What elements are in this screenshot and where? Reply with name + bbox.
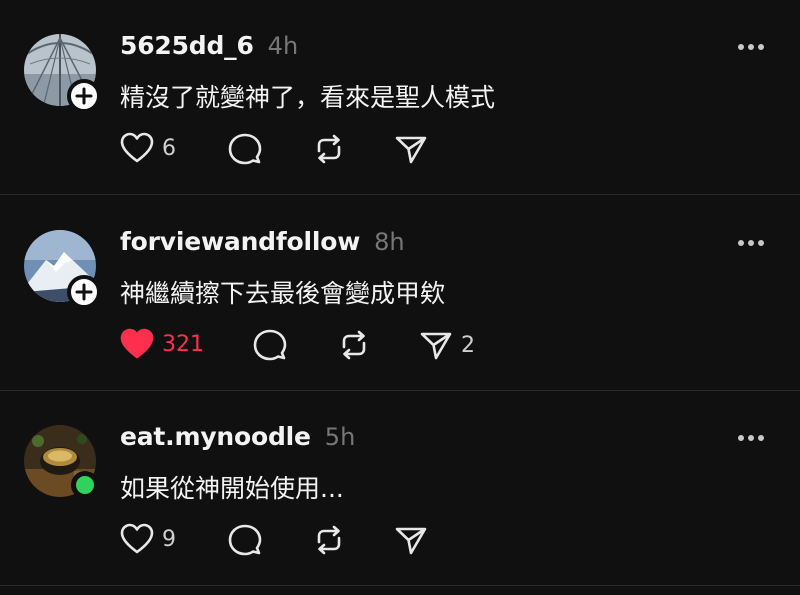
online-status-icon [71, 471, 99, 499]
heart-filled-icon [120, 328, 154, 359]
repost-button[interactable] [312, 132, 346, 166]
follow-plus-icon[interactable] [67, 275, 101, 309]
reply-button[interactable] [228, 523, 262, 557]
share-button[interactable] [394, 132, 436, 166]
reply-button[interactable] [228, 132, 262, 166]
like-count: 321 [162, 331, 204, 357]
send-icon [395, 527, 427, 555]
post-time: 8h [374, 228, 405, 256]
username[interactable]: 5625dd_6 [120, 31, 254, 60]
post-header: forviewandfollow 8h [120, 227, 405, 256]
heart-icon [120, 523, 154, 554]
repost-icon [342, 330, 366, 360]
share-button[interactable]: 2 [419, 328, 475, 362]
repost-button[interactable] [312, 523, 346, 557]
reply-button[interactable] [253, 328, 287, 362]
share-count: 2 [461, 332, 475, 358]
post-actions: 321 2 [0, 326, 800, 370]
post-text: 精沒了就變神了，看來是聖人模式 [120, 83, 496, 112]
post-time: 5h [324, 423, 356, 451]
post-card: 5625dd_6 4h 精沒了就變神了，看來是聖人模式 6 [0, 0, 800, 195]
like-count: 9 [162, 526, 176, 552]
comment-icon [253, 329, 287, 361]
post-card: forviewandfollow 8h 神繼續擦下去最後會變成甲欸 321 2 [0, 196, 800, 391]
send-icon [420, 332, 452, 360]
post-text: 如果從神開始使用... [120, 474, 344, 503]
post-time: 4h [267, 32, 299, 60]
more-options-icon[interactable] [738, 40, 770, 54]
more-options-icon[interactable] [738, 431, 770, 445]
post-header: 5625dd_6 4h [120, 31, 298, 60]
post-card: eat.mynoodle 5h 如果從神開始使用... 9 [0, 391, 800, 586]
repost-icon [317, 134, 341, 164]
threads-feed: 5625dd_6 4h 精沒了就變神了，看來是聖人模式 6 forviewand… [0, 0, 800, 595]
like-button[interactable]: 321 [120, 328, 204, 360]
share-button[interactable] [394, 523, 436, 557]
comment-icon [228, 524, 262, 556]
post-header: eat.mynoodle 5h [120, 422, 355, 451]
follow-plus-icon[interactable] [67, 79, 101, 113]
username[interactable]: eat.mynoodle [120, 422, 311, 451]
post-actions: 9 [0, 521, 800, 565]
repost-icon [317, 525, 341, 555]
post-actions: 6 [0, 130, 800, 174]
post-text: 神繼續擦下去最後會變成甲欸 [120, 279, 446, 308]
repost-button[interactable] [337, 328, 371, 362]
like-button[interactable]: 9 [120, 523, 176, 555]
like-count: 6 [162, 135, 176, 161]
send-icon [395, 136, 427, 164]
like-button[interactable]: 6 [120, 132, 176, 164]
more-options-icon[interactable] [738, 236, 770, 250]
username[interactable]: forviewandfollow [120, 227, 360, 256]
heart-icon [120, 132, 154, 163]
comment-icon [228, 133, 262, 165]
